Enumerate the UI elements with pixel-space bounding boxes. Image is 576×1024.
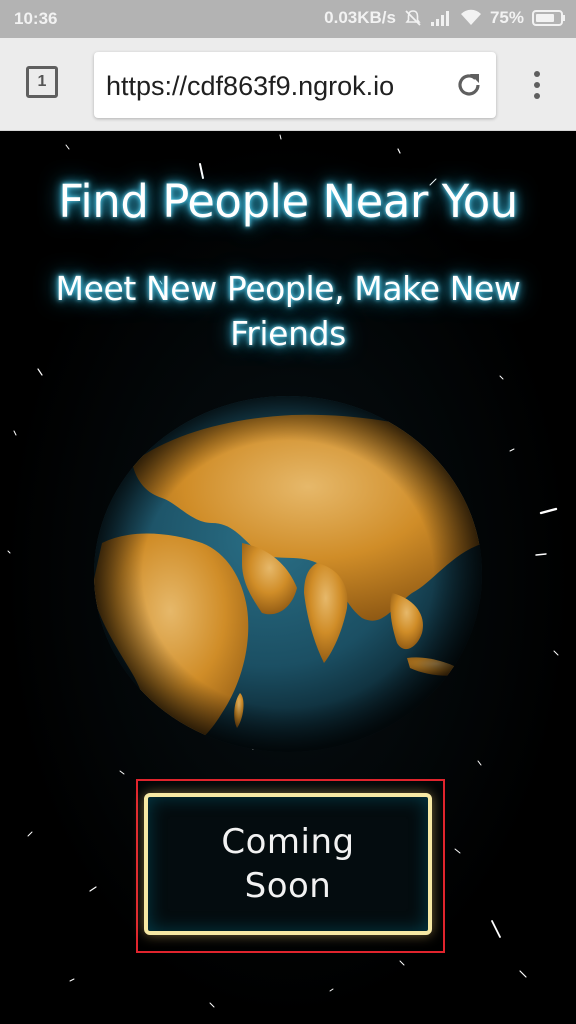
earth-globe-image [94, 396, 482, 752]
wifi-icon [460, 9, 481, 25]
status-time: 10:36 [14, 9, 58, 28]
browser-screen: 10:36 0.03KB/s 75% 1 https://cdf863f9.ng… [0, 0, 576, 1024]
coming-soon-button[interactable]: Coming Soon [144, 793, 432, 935]
battery-percent: 75% [489, 8, 524, 27]
battery-icon [532, 10, 565, 26]
address-bar[interactable]: https://cdf863f9.ngrok.io [94, 52, 496, 118]
network-speed: 0.03KB/s [324, 8, 396, 27]
status-indicators: 0.03KB/s 75% [324, 8, 566, 28]
status-bar: 10:36 0.03KB/s 75% [0, 0, 576, 38]
signal-icon [430, 11, 449, 26]
overflow-menu-icon[interactable] [530, 68, 544, 102]
page-subtitle: Meet New People, Make New Friends [55, 269, 521, 353]
browser-toolbar: 1 https://cdf863f9.ngrok.io [0, 38, 576, 131]
page-title: Find People Near You [58, 175, 518, 228]
tab-switcher-button[interactable]: 1 [26, 66, 58, 98]
mute-icon [405, 10, 421, 26]
reload-icon[interactable] [454, 70, 484, 100]
url-text[interactable]: https://cdf863f9.ngrok.io [106, 71, 394, 102]
web-page: Find People Near You Meet New People, Ma… [0, 131, 576, 1024]
